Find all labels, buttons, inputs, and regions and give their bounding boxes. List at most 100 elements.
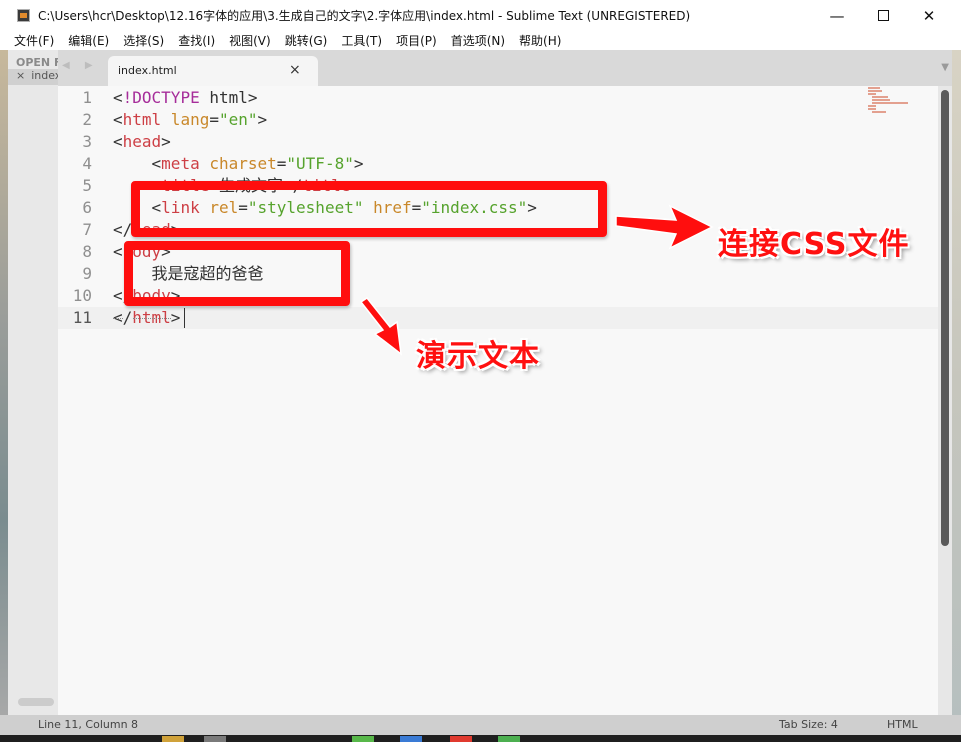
code-token: <: [151, 154, 162, 173]
window-title: C:\Users\hcr\Desktop\12.16字体的应用\3.生成自己的文…: [38, 9, 691, 23]
taskbar-app-icon[interactable]: [450, 736, 472, 742]
code-line[interactable]: <html lang="en">: [113, 109, 267, 131]
line-number: 5: [82, 176, 92, 195]
sidebar-scrollbar[interactable]: [18, 698, 54, 706]
close-button[interactable]: ✕: [906, 0, 952, 31]
taskbar: [0, 735, 961, 742]
code-token: charset: [199, 154, 277, 173]
menu-project[interactable]: 项目(P): [388, 32, 443, 49]
cursor-position[interactable]: Line 11, Column 8: [38, 718, 138, 731]
code-token: meta: [161, 154, 200, 173]
maximize-icon: [877, 10, 889, 21]
code-token: <: [113, 110, 123, 129]
sublime-app-icon: [17, 9, 30, 22]
maximize-button[interactable]: [860, 0, 906, 31]
line-number: 3: [82, 132, 92, 151]
close-icon: ✕: [922, 6, 936, 25]
active-line-highlight: [58, 307, 938, 329]
code-token: "UTF-8": [286, 154, 354, 173]
minimap-line: [872, 102, 908, 104]
menu-help[interactable]: 帮助(H): [511, 32, 567, 49]
syntax-indicator[interactable]: HTML: [887, 718, 918, 731]
line-number: 11: [72, 308, 92, 327]
tab-index-html[interactable]: index.html ×: [108, 56, 318, 86]
menu-find[interactable]: 查找(I): [170, 32, 221, 49]
code-token: "en": [218, 110, 258, 129]
minimap-line: [868, 108, 876, 110]
menu-tools[interactable]: 工具(T): [333, 32, 388, 49]
menu-edit[interactable]: 编辑(E): [60, 32, 115, 49]
code-token: head: [122, 132, 162, 151]
open-file-item[interactable]: × index.html: [8, 69, 58, 85]
line-number: 10: [72, 286, 92, 305]
minimize-icon: —: [829, 6, 845, 25]
line-number-gutter: 1 2 3 4 5 6 7 8 9 10 11: [58, 86, 94, 715]
line-number: 8: [82, 242, 92, 261]
open-file-label: index.html: [31, 69, 58, 82]
close-file-icon[interactable]: ×: [16, 69, 25, 82]
desktop-background-strip: [0, 50, 8, 722]
menu-preferences[interactable]: 首选项(N): [443, 32, 511, 49]
title-bar: C:\Users\hcr\Desktop\12.16字体的应用\3.生成自己的文…: [0, 0, 961, 31]
code-token: >: [247, 88, 258, 107]
taskbar-app-icon[interactable]: [352, 736, 374, 742]
minimize-button[interactable]: —: [814, 0, 860, 31]
code-token: </: [113, 220, 133, 239]
minimap-line: [868, 105, 876, 107]
taskbar-app-icon[interactable]: [204, 736, 226, 742]
minimap-line: [872, 99, 890, 101]
code-line[interactable]: <!DOCTYPE html>: [113, 87, 258, 109]
menu-file[interactable]: 文件(F): [0, 32, 60, 49]
code-token: html: [199, 88, 248, 107]
desktop-background-edge: [952, 50, 961, 722]
tab-size-indicator[interactable]: Tab Size: 4: [779, 718, 838, 731]
annotation-demo-text: 演示文本: [416, 339, 540, 374]
tab-nav-arrows-icon[interactable]: ◀ ▶: [62, 60, 99, 71]
taskbar-app-icon[interactable]: [162, 736, 184, 742]
line-number: 1: [82, 88, 92, 107]
code-token: >: [161, 132, 171, 151]
code-token: html: [122, 110, 162, 129]
link-highlight-box: [131, 181, 607, 237]
line-number: 2: [82, 110, 92, 129]
tab-bar: ◀ ▶ index.html × ▼: [58, 50, 961, 86]
tag-match-underline: [113, 317, 123, 319]
tag-match-underline: [133, 317, 171, 319]
taskbar-app-icon[interactable]: [400, 736, 422, 742]
code-token: >: [353, 154, 364, 173]
code-token: <: [113, 242, 123, 261]
line-number: 4: [82, 154, 92, 173]
taskbar-app-icon[interactable]: [498, 736, 520, 742]
menu-bar: 文件(F) 编辑(E) 选择(S) 查找(I) 视图(V) 跳转(G) 工具(T…: [0, 31, 961, 50]
menu-goto[interactable]: 跳转(G): [277, 32, 334, 49]
menu-view[interactable]: 视图(V): [221, 32, 277, 49]
line-number: 9: [82, 264, 92, 283]
line-number: 6: [82, 198, 92, 217]
tab-label: index.html: [118, 64, 177, 77]
text-cursor: [184, 308, 185, 328]
code-token: lang: [161, 110, 210, 129]
tab-close-icon[interactable]: ×: [289, 62, 301, 78]
code-token: <: [113, 132, 123, 151]
menu-selection[interactable]: 选择(S): [115, 32, 170, 49]
text-highlight-box: [124, 241, 350, 306]
arrow-down-right-icon: [359, 296, 402, 356]
line-number: 7: [82, 220, 92, 239]
scrollbar-thumb[interactable]: [941, 90, 949, 546]
sidebar: OPEN FILES × index.html: [8, 50, 58, 722]
code-token: !DOCTYPE: [122, 88, 200, 107]
minimap[interactable]: [866, 86, 910, 116]
code-line[interactable]: <head>: [113, 131, 171, 153]
annotation-link-css: 连接CSS文件: [718, 227, 910, 262]
code-token: <: [113, 88, 123, 107]
open-files-header: OPEN FILES: [16, 56, 58, 69]
minimap-line: [868, 87, 880, 89]
minimap-line: [872, 96, 888, 98]
minimap-line: [868, 93, 876, 95]
code-token: >: [257, 110, 268, 129]
tab-dropdown-icon[interactable]: ▼: [941, 62, 949, 73]
minimap-line: [872, 111, 886, 113]
code-token: =: [276, 154, 287, 173]
code-line[interactable]: <meta charset="UTF-8">: [113, 153, 364, 175]
